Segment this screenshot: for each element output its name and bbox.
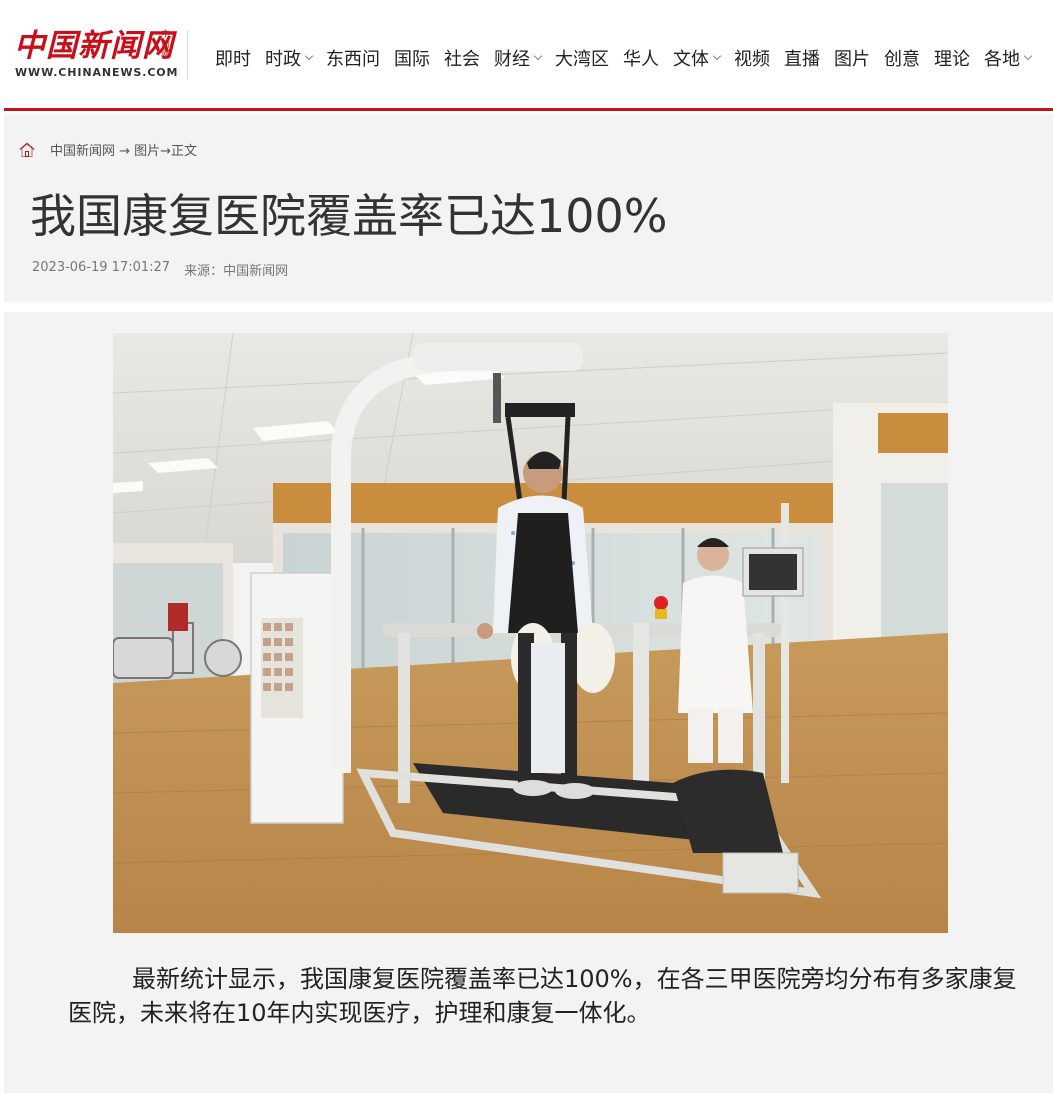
nav-item[interactable]: 时政 — [265, 44, 314, 72]
nav-item-label: 图片 — [834, 49, 870, 70]
nav-item[interactable]: 即时 — [215, 44, 251, 72]
breadcrumb: 中国新闻网 → 图片→正文 — [18, 140, 197, 159]
nav-item[interactable]: 图片 — [834, 44, 870, 72]
nav-item[interactable]: 华人 — [623, 44, 659, 72]
nav-item-label: 文体 — [673, 49, 709, 70]
home-icon[interactable] — [18, 141, 36, 159]
publish-datetime: 2023-06-19 17:01:27 — [32, 260, 171, 275]
nav-item[interactable]: 财经 — [494, 44, 543, 72]
article-meta: 2023-06-19 17:01:27 来源：中国新闻网 — [32, 260, 288, 279]
nav-item[interactable]: 东西问 — [326, 44, 380, 72]
nav-item-label: 财经 — [494, 49, 530, 70]
nav-item-label: 创意 — [884, 49, 920, 70]
nav-item[interactable]: 各地 — [984, 44, 1033, 72]
nav-item-label: 东西问 — [326, 49, 380, 70]
nav-item-label: 华人 — [623, 49, 659, 70]
nav-item[interactable]: 视频 — [734, 44, 770, 72]
logo-wordmark: 中国新闻网 — [14, 28, 174, 64]
logo-url: WWW.CHINANEWS.COM — [15, 66, 179, 79]
nav-item-label: 大湾区 — [555, 49, 609, 70]
logo-side-text: 中新网 — [161, 30, 171, 60]
article-source: 来源：中国新闻网 — [184, 264, 289, 279]
nav-item[interactable]: 直播 — [784, 44, 820, 72]
header-accent-line — [4, 108, 1053, 111]
nav-item-label: 理论 — [934, 49, 970, 70]
nav-item-label: 直播 — [784, 49, 820, 70]
nav-item[interactable]: 文体 — [673, 44, 722, 72]
article-body: 最新统计显示，我国康复医院覆盖率已达100%，在各三甲医院旁均分布有多家康复医院… — [4, 312, 1053, 1093]
site-logo[interactable]: 中国新闻网 中新网 WWW.CHINANEWS.COM — [14, 26, 190, 82]
nav-item[interactable]: 大湾区 — [555, 44, 609, 72]
nav-item-label: 即时 — [215, 49, 251, 70]
breadcrumb-text[interactable]: 中国新闻网 → 图片→正文 — [50, 140, 197, 159]
chevron-down-icon — [712, 51, 722, 61]
chevron-down-icon — [1023, 51, 1033, 61]
article-header: 中国新闻网 → 图片→正文 我国康复医院覆盖率已达100% 2023-06-19… — [4, 114, 1053, 302]
page-title: 我国康复医院覆盖率已达100% — [30, 189, 668, 243]
nav-item-label: 时政 — [265, 49, 301, 70]
logo-divider — [187, 30, 188, 80]
nav-item-label: 各地 — [984, 49, 1020, 70]
nav-item[interactable]: 创意 — [884, 44, 920, 72]
site-header: 中国新闻网 中新网 WWW.CHINANEWS.COM 即时 时政 东西问 国际 社会财… — [0, 0, 1053, 108]
chevron-down-icon — [533, 51, 543, 61]
photo-caption: 最新统计显示，我国康复医院覆盖率已达100%，在各三甲医院旁均分布有多家康复医院… — [68, 965, 1017, 1027]
nav-item-label: 国际 — [394, 49, 430, 70]
nav-item[interactable]: 社会 — [444, 44, 480, 72]
chevron-down-icon — [304, 51, 314, 61]
article-photo[interactable] — [113, 333, 948, 933]
nav-item[interactable]: 国际 — [394, 44, 430, 72]
nav-item-label: 社会 — [444, 49, 480, 70]
nav-item[interactable]: 理论 — [934, 44, 970, 72]
nav-item-label: 视频 — [734, 49, 770, 70]
main-nav: 即时 时政 东西问 国际 社会 财经 大湾区 华人 文体 视频 直播 图片 创意 理论 各地 — [215, 44, 1045, 72]
